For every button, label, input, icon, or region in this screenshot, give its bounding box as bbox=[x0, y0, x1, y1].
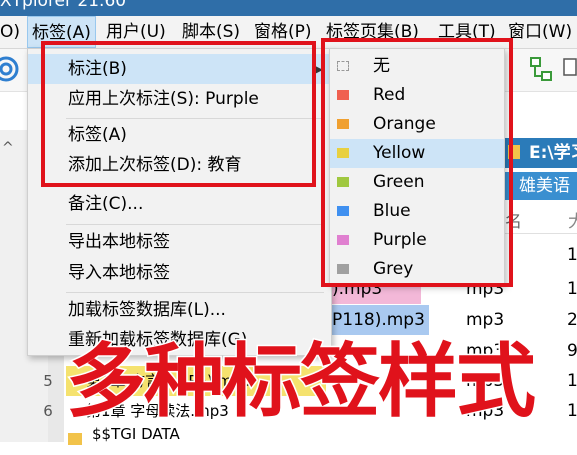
size-cell: 2, bbox=[567, 310, 577, 330]
tab-title[interactable]: 雄美语 bbox=[505, 172, 577, 200]
menu-item-view[interactable]: O) bbox=[0, 16, 20, 48]
copy-icon[interactable] bbox=[560, 55, 577, 83]
menu-separator bbox=[66, 292, 324, 293]
menu-item-export-tags[interactable]: 导出本地标签 bbox=[28, 227, 331, 257]
menu-separator bbox=[66, 224, 324, 225]
chevron-up-icon[interactable]: ^ bbox=[2, 140, 22, 160]
window-title: XYplorer 21.60 bbox=[0, 0, 127, 11]
ext-cell: mp3 bbox=[466, 310, 505, 330]
annotation-box-submenu bbox=[321, 38, 513, 287]
menu-item-load-tag-db[interactable]: 加载标签数据库(L)... bbox=[28, 295, 331, 325]
tree-structure-icon[interactable] bbox=[528, 55, 554, 83]
menu-item-import-tags[interactable]: 导入本地标签 bbox=[28, 258, 331, 288]
menu-item-window[interactable]: 窗口(W) bbox=[508, 16, 572, 48]
title-bar: XYplorer 21.60 bbox=[0, 0, 577, 16]
column-size-label: 大 bbox=[568, 212, 577, 232]
row-number: 5 bbox=[43, 372, 53, 390]
name-cell: P118).mp3 bbox=[330, 305, 429, 335]
size-cell: 17 bbox=[567, 245, 577, 265]
overlay-caption: 多种标签样式 bbox=[65, 334, 538, 430]
menu-item-comment[interactable]: 备注(C)... bbox=[28, 189, 331, 219]
size-cell: 16 bbox=[567, 279, 577, 299]
target-icon[interactable] bbox=[0, 55, 22, 83]
annotation-box-dropdown bbox=[41, 41, 316, 187]
row-number: 6 bbox=[43, 402, 53, 420]
